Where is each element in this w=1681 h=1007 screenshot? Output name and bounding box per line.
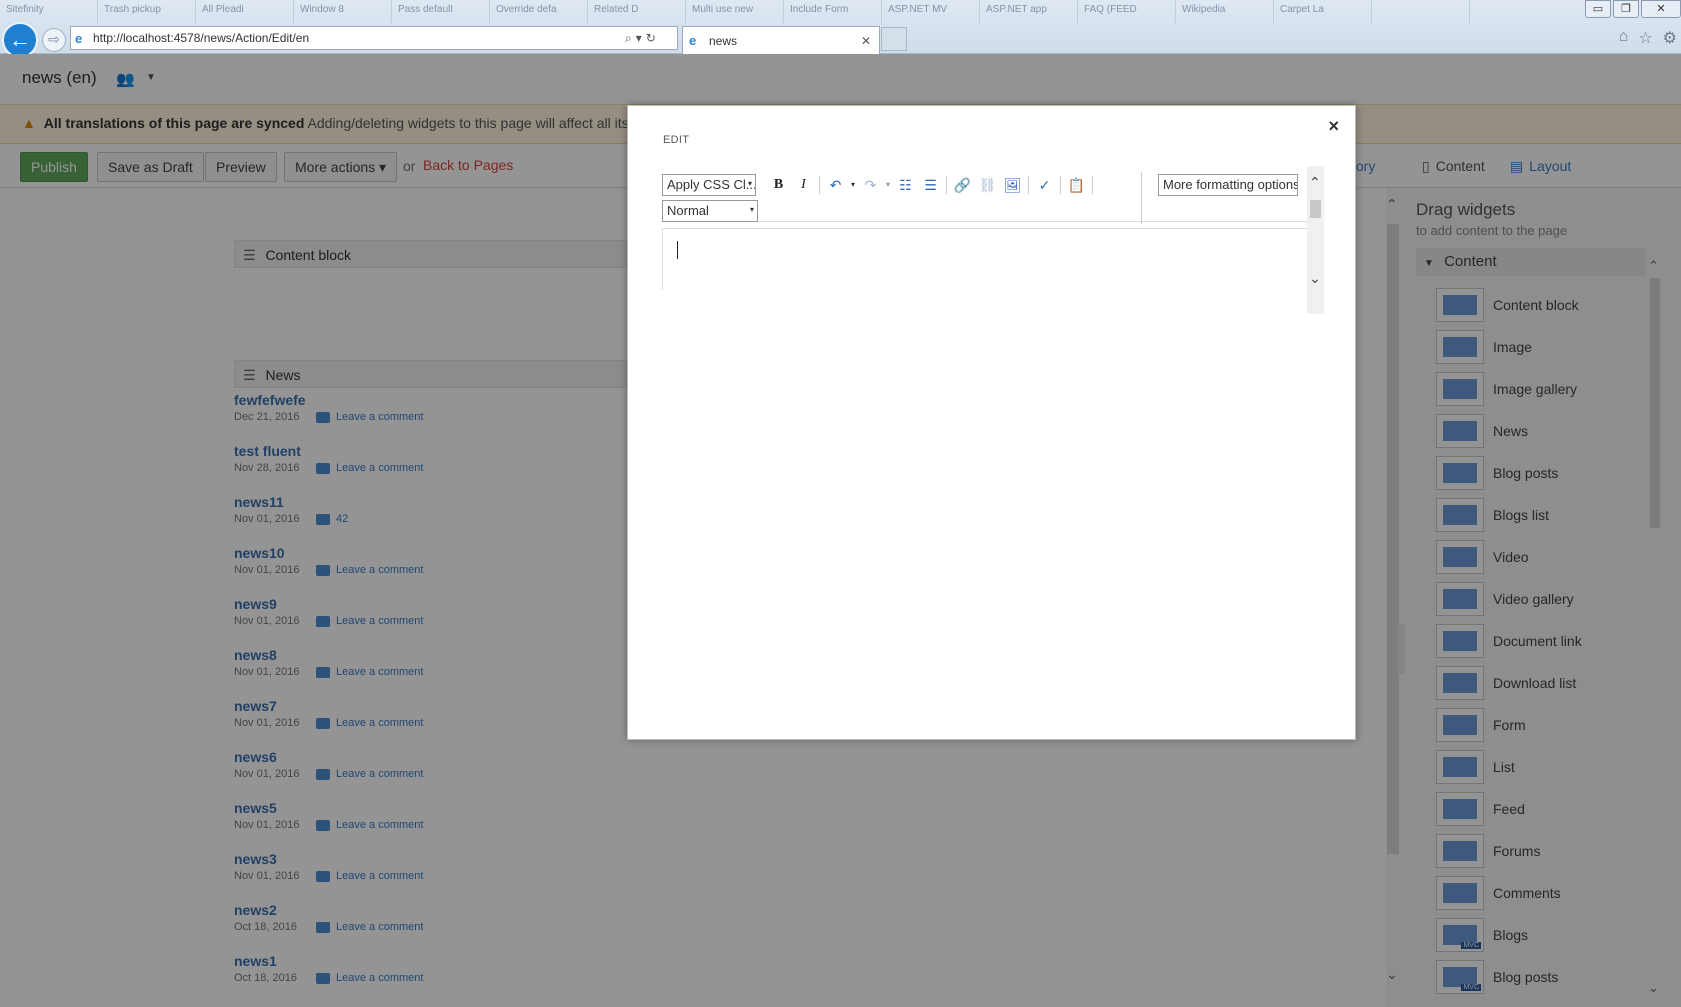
toolbar-separator <box>819 176 820 194</box>
spellcheck-icon[interactable]: ✓ <box>1032 174 1057 196</box>
formatting-buttons: B I ↶ ▾ ↷ ▾ ☷ ☰ 🔗 ⛓ 🖼 ✓ 📋 <box>766 174 1096 196</box>
back-button[interactable]: ← <box>2 22 38 58</box>
dialog-title: EDIT <box>663 134 690 146</box>
background-tab[interactable]: FAQ (FEED <box>1078 0 1176 24</box>
active-tab-title: news <box>709 33 738 48</box>
background-tab[interactable]: Related D <box>588 0 686 24</box>
insert-link-icon[interactable]: 🔗 <box>950 174 975 196</box>
scroll-down-icon[interactable]: ⌄ <box>1309 270 1321 287</box>
background-tab-strip: Sitefinity Trash pickup All Pleadi Window 8… <box>0 0 1570 24</box>
minimize-button[interactable]: ▭ <box>1585 0 1611 18</box>
editor-scroll-thumb[interactable] <box>1310 200 1321 218</box>
paste-icon[interactable]: 📋 <box>1064 174 1089 196</box>
background-tab[interactable]: ASP.NET MV <box>882 0 980 24</box>
background-tab[interactable]: Trash pickup <box>98 0 196 24</box>
browser-chrome: Sitefinity Trash pickup All Pleadi Window 8… <box>0 0 1681 58</box>
scroll-up-icon[interactable]: ⌃ <box>1309 174 1321 191</box>
editor-scrollbar[interactable]: ⌃ ⌄ <box>1307 166 1324 314</box>
toolbar-separator <box>1028 176 1029 194</box>
background-tab[interactable]: Wikipedia <box>1176 0 1274 24</box>
toolbar-separator <box>946 176 947 194</box>
background-tab[interactable]: ASP.NET app <box>980 0 1078 24</box>
close-icon[interactable]: × <box>1328 116 1339 137</box>
bold-button[interactable]: B <box>766 174 791 196</box>
redo-icon[interactable]: ↷ <box>858 174 883 196</box>
undo-dropdown-icon[interactable]: ▾ <box>848 174 858 196</box>
tab-close-icon[interactable]: ✕ <box>861 34 879 48</box>
new-tab-button[interactable] <box>881 27 907 51</box>
toolbar-separator <box>1092 176 1093 194</box>
italic-button[interactable]: I <box>791 174 816 196</box>
address-url[interactable]: http://localhost:4578/news/Action/Edit/e… <box>93 31 625 45</box>
background-tab[interactable]: Carpet La <box>1274 0 1372 24</box>
close-window-button[interactable]: ✕ <box>1641 0 1681 18</box>
active-browser-tab[interactable]: e news ✕ <box>682 26 880 54</box>
edit-dialog: × EDIT Apply CSS Cl... ▾ Normal ▾ B I ↶ … <box>627 105 1356 740</box>
forward-button[interactable]: ⇨ <box>42 28 66 52</box>
ordered-list-icon[interactable]: ☷ <box>893 174 918 196</box>
browser-right-icons: ⌂ ☆ ⚙ <box>1619 28 1677 48</box>
background-tab[interactable]: Window 8 <box>294 0 392 24</box>
background-tab[interactable]: Include Form <box>784 0 882 24</box>
insert-image-icon[interactable]: 🖼 <box>1000 174 1025 196</box>
redo-dropdown-icon[interactable]: ▾ <box>883 174 893 196</box>
restore-button[interactable]: ❐ <box>1613 0 1639 18</box>
format-select-value: Normal <box>667 203 709 218</box>
address-tools-icon[interactable]: ⌕▾↻ <box>625 31 677 46</box>
text-cursor <box>677 241 678 259</box>
css-class-select-value: Apply CSS Cl... <box>667 177 756 192</box>
background-tab[interactable]: Multi use new <box>686 0 784 24</box>
favorites-icon[interactable]: ☆ <box>1638 28 1652 48</box>
settings-gear-icon[interactable]: ⚙ <box>1663 28 1677 48</box>
dropdown-arrow-icon: ▾ <box>749 205 754 214</box>
dropdown-arrow-icon: ▾ <box>747 179 752 188</box>
ie-logo-icon: e <box>75 30 83 46</box>
background-tab[interactable]: Override defa <box>490 0 588 24</box>
rich-text-editor: Apply CSS Cl... ▾ Normal ▾ B I ↶ ▾ ↷ ▾ ☷… <box>662 166 1324 314</box>
toolbar-separator <box>1060 176 1061 194</box>
editor-toolbar: Apply CSS Cl... ▾ Normal ▾ B I ↶ ▾ ↷ ▾ ☷… <box>662 166 1307 224</box>
editor-content-area[interactable] <box>662 228 1307 290</box>
window-controls: ▭ ❐ ✕ <box>1585 0 1681 20</box>
toolbar-divider <box>1141 172 1142 224</box>
css-class-select[interactable]: Apply CSS Cl... ▾ <box>662 174 756 196</box>
background-tab[interactable] <box>1372 0 1470 24</box>
home-icon[interactable]: ⌂ <box>1619 28 1629 48</box>
background-tab[interactable]: All Pleadi <box>196 0 294 24</box>
background-tab[interactable]: Pass default <box>392 0 490 24</box>
bullet-list-icon[interactable]: ☰ <box>918 174 943 196</box>
format-select[interactable]: Normal ▾ <box>662 200 758 222</box>
unlink-icon[interactable]: ⛓ <box>975 174 1000 196</box>
more-formatting-button[interactable]: More formatting options <box>1158 174 1298 196</box>
background-tab[interactable]: Sitefinity <box>0 0 98 24</box>
undo-icon[interactable]: ↶ <box>823 174 848 196</box>
tab-ie-icon: e <box>689 33 697 48</box>
address-bar[interactable]: e http://localhost:4578/news/Action/Edit… <box>70 26 678 50</box>
